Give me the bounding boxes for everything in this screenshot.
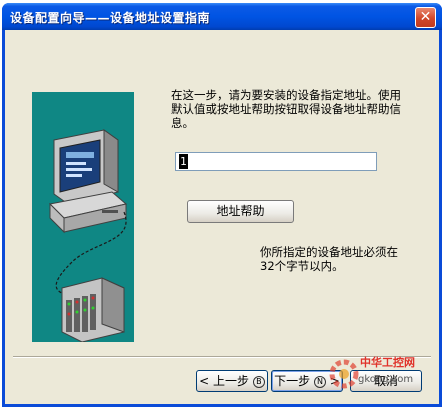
- back-hotkey: B: [252, 376, 265, 388]
- address-value: 1: [179, 154, 188, 169]
- close-button[interactable]: ✕: [415, 7, 436, 28]
- wizard-illustration: [32, 92, 134, 342]
- watermark-brand: 中华工控网: [360, 356, 415, 369]
- address-help-button[interactable]: 地址帮助: [187, 200, 294, 223]
- back-button[interactable]: < 上一步 B: [196, 370, 268, 392]
- address-limit-note: 你所指定的设备地址必须在32个字节以内。: [260, 245, 398, 273]
- device-address-input[interactable]: 1: [175, 152, 377, 171]
- watermark: 中华工控网 gkong.com: [320, 346, 440, 404]
- title-bar[interactable]: 设备配置向导——设备地址设置指南 ✕: [2, 3, 442, 30]
- computer-illustration: [48, 129, 128, 342]
- close-icon: ✕: [419, 9, 432, 25]
- instruction-text: 在这一步，请为要安装的设备指定地址。使用默认值或按地址帮助按钮取得设备地址帮助信…: [171, 88, 401, 130]
- next-button-label: 下一步: [274, 374, 311, 388]
- watermark-url: gkong.com: [358, 374, 414, 385]
- back-button-label: < 上一步: [199, 374, 250, 388]
- window-title: 设备配置向导——设备地址设置指南: [10, 11, 211, 25]
